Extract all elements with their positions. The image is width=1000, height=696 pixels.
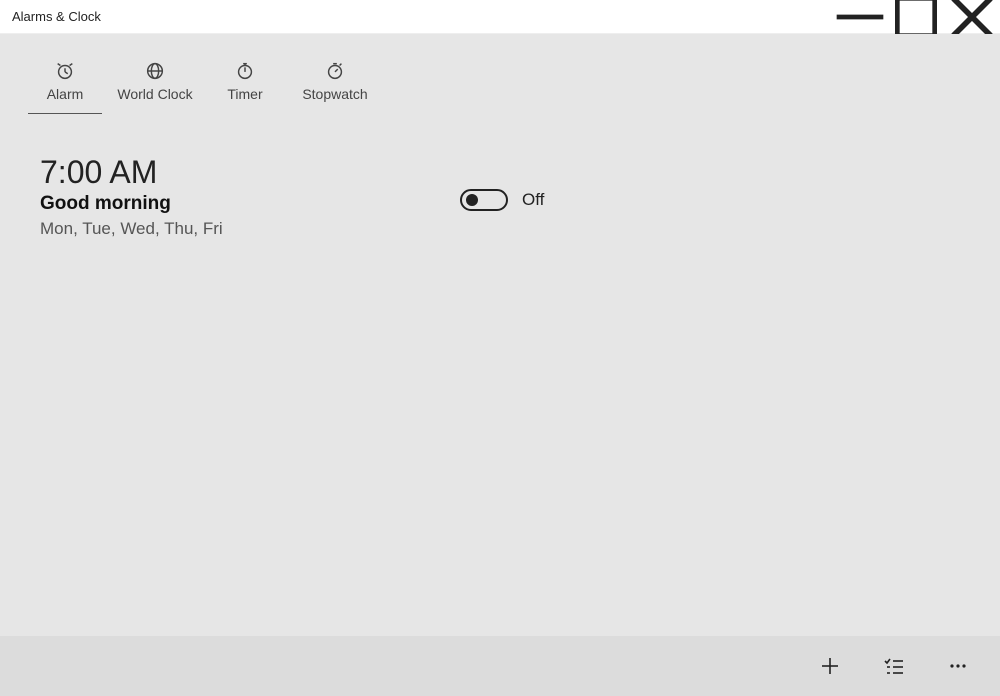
- tab-world-clock[interactable]: World Clock: [110, 42, 200, 114]
- maximize-button[interactable]: [888, 0, 944, 33]
- alarm-info: 7:00 AM Good morning Mon, Tue, Wed, Thu,…: [40, 154, 460, 239]
- alarm-toggle-group: Off: [460, 189, 544, 211]
- stopwatch-icon: [324, 60, 346, 82]
- alarm-icon: [54, 60, 76, 82]
- select-alarms-button[interactable]: [882, 654, 906, 678]
- alarm-name: Good morning: [40, 193, 460, 215]
- minimize-button[interactable]: [832, 0, 888, 33]
- tab-label: Stopwatch: [302, 86, 367, 102]
- alarm-days: Mon, Tue, Wed, Thu, Fri: [40, 219, 460, 239]
- tab-row: Alarm World Clock Timer Stopwatch: [0, 34, 1000, 114]
- more-button[interactable]: [946, 654, 970, 678]
- world-clock-icon: [144, 60, 166, 82]
- command-bar: [0, 636, 1000, 696]
- alarm-toggle-state: Off: [522, 190, 544, 210]
- tab-label: Timer: [227, 86, 262, 102]
- close-button[interactable]: [944, 0, 1000, 33]
- list-check-icon: [882, 654, 906, 678]
- window-controls: [832, 0, 1000, 33]
- content-area: 7:00 AM Good morning Mon, Tue, Wed, Thu,…: [0, 114, 1000, 636]
- alarm-time: 7:00 AM: [40, 154, 460, 191]
- titlebar: Alarms & Clock: [0, 0, 1000, 34]
- tab-stopwatch[interactable]: Stopwatch: [290, 42, 380, 114]
- alarm-item[interactable]: 7:00 AM Good morning Mon, Tue, Wed, Thu,…: [0, 114, 1000, 239]
- timer-icon: [234, 60, 256, 82]
- plus-icon: [818, 654, 842, 678]
- tab-timer[interactable]: Timer: [200, 42, 290, 114]
- alarm-toggle[interactable]: [460, 189, 508, 211]
- tab-alarm[interactable]: Alarm: [20, 42, 110, 114]
- add-alarm-button[interactable]: [818, 654, 842, 678]
- tab-label: World Clock: [117, 86, 192, 102]
- toggle-knob: [466, 194, 478, 206]
- more-icon: [946, 654, 970, 678]
- app-title: Alarms & Clock: [12, 9, 101, 24]
- tab-label: Alarm: [47, 86, 84, 102]
